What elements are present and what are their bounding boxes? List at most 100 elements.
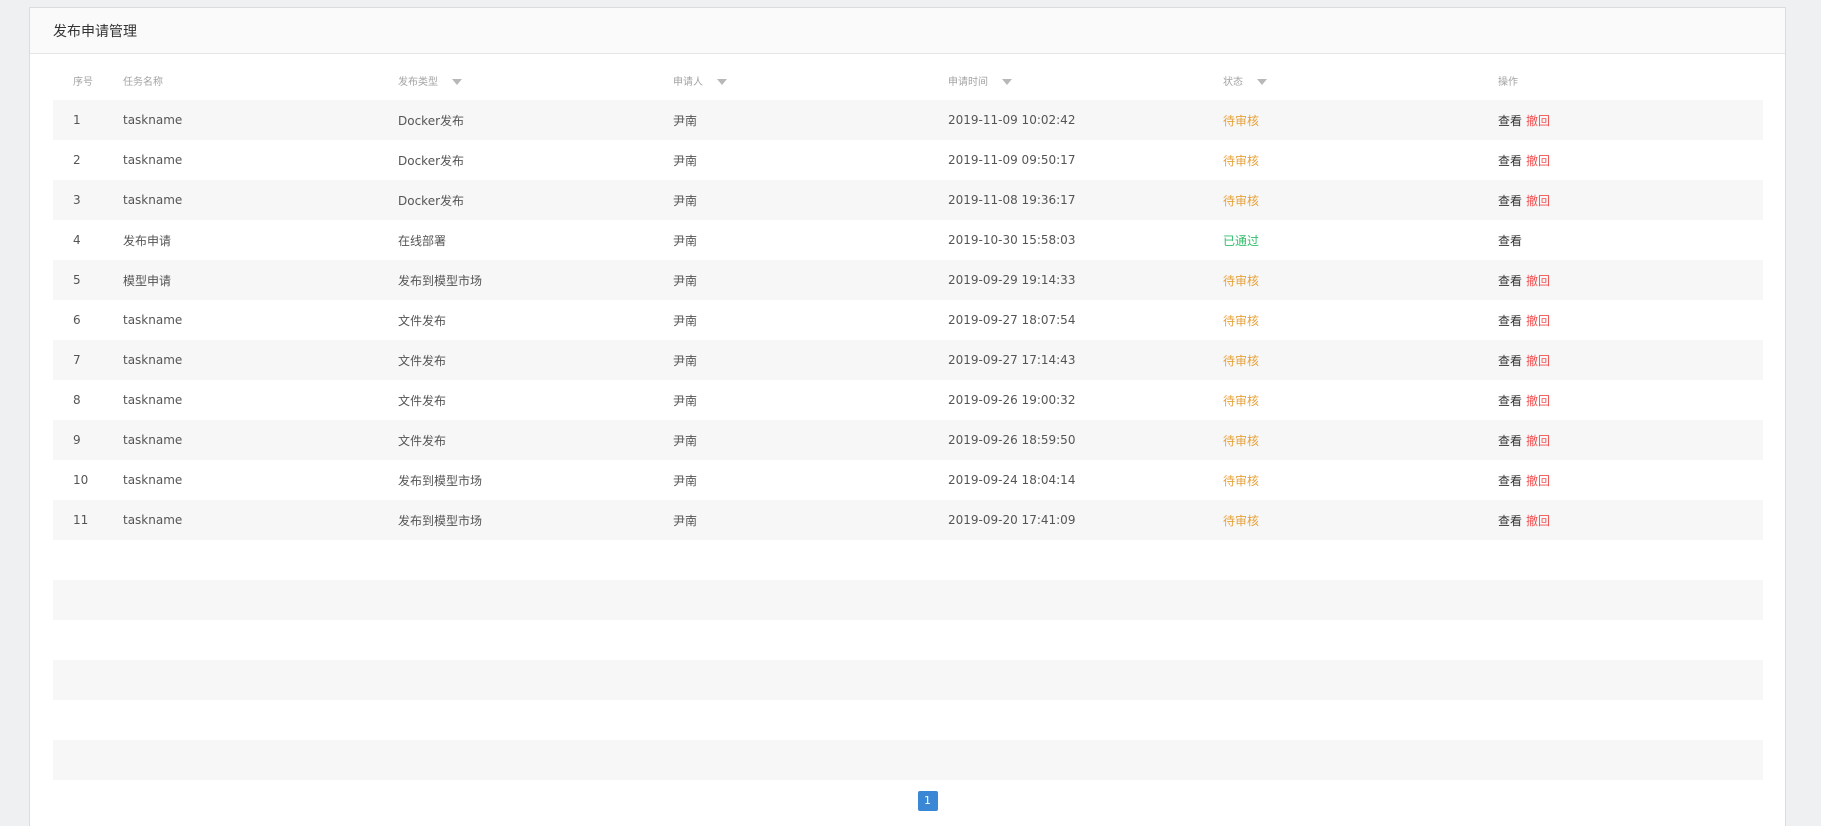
row-index: 11: [73, 513, 89, 527]
table-row: 2 taskname Docker发布 尹南 2019-11-09 09:50:17 待审…: [53, 140, 1763, 180]
view-button[interactable]: 查看: [1498, 194, 1522, 208]
view-button[interactable]: 查看: [1498, 274, 1522, 288]
status-badge: 待审核: [1223, 313, 1260, 328]
row-actions: 查看 撤回: [1498, 192, 1733, 209]
status-badge: 待审核: [1223, 273, 1260, 288]
apply-time: 2019-09-27 18:07:54: [948, 313, 1076, 327]
view-button[interactable]: 查看: [1498, 474, 1522, 488]
row-actions: 查看: [1498, 232, 1733, 249]
view-button[interactable]: 查看: [1498, 354, 1522, 368]
view-button[interactable]: 查看: [1498, 114, 1522, 128]
empty-table-row: [53, 540, 1763, 580]
apply-time: 2019-09-24 18:04:14: [948, 473, 1076, 487]
table-row: 6 taskname 文件发布 尹南 2019-09-27 18:07:54 待审核 查看撤…: [53, 300, 1763, 340]
status-badge: 待审核: [1223, 473, 1260, 488]
table-body: 1 taskname Docker发布 尹南 2019-11-09 10:02:42 待审…: [53, 100, 1763, 780]
filter-caret-icon[interactable]: [1002, 78, 1012, 85]
status-badge: 待审核: [1223, 113, 1260, 128]
task-name: taskname: [123, 473, 183, 487]
row-index: 10: [73, 473, 89, 487]
row-index: 2: [73, 153, 81, 167]
apply-time: 2019-09-27 17:14:43: [948, 353, 1076, 367]
task-name: taskname: [123, 313, 183, 327]
column-header-applicant[interactable]: 申请人: [673, 73, 948, 88]
status-badge: 待审核: [1223, 433, 1260, 448]
panel-header: 发布申请管理: [30, 8, 1785, 54]
applicant: 尹南: [673, 393, 698, 408]
empty-table-row: [53, 580, 1763, 620]
column-header-label: 发布类型: [398, 76, 438, 88]
applicant: 尹南: [673, 273, 698, 288]
revoke-button[interactable]: 撤回: [1526, 314, 1550, 328]
applicant: 尹南: [673, 353, 698, 368]
revoke-button[interactable]: 撤回: [1526, 514, 1550, 528]
revoke-button[interactable]: 撤回: [1526, 194, 1550, 208]
row-index: 8: [73, 393, 81, 407]
applicant: 尹南: [673, 113, 698, 128]
status-badge: 待审核: [1223, 153, 1260, 168]
applicant: 尹南: [673, 433, 698, 448]
row-actions: 查看 撤回: [1498, 472, 1733, 489]
view-button[interactable]: 查看: [1498, 234, 1522, 248]
filter-caret-icon[interactable]: [717, 78, 727, 85]
column-header-time[interactable]: 申请时间: [948, 73, 1223, 88]
apply-time: 2019-11-09 09:50:17: [948, 153, 1076, 167]
row-index: 6: [73, 313, 81, 327]
task-name: taskname: [123, 433, 183, 447]
column-header-actions: 操作: [1498, 76, 1518, 88]
apply-time: 2019-10-30 15:58:03: [948, 233, 1076, 247]
row-index: 3: [73, 193, 81, 207]
column-header-label: 申请人: [673, 76, 703, 88]
view-button[interactable]: 查看: [1498, 314, 1522, 328]
column-header-index: 序号: [73, 76, 93, 88]
column-header-type[interactable]: 发布类型: [398, 73, 673, 88]
revoke-button[interactable]: 撤回: [1526, 274, 1550, 288]
view-button[interactable]: 查看: [1498, 434, 1522, 448]
row-index: 1: [73, 113, 81, 127]
row-actions: 查看 撤回: [1498, 312, 1733, 329]
view-button[interactable]: 查看: [1498, 514, 1522, 528]
apply-time: 2019-09-20 17:41:09: [948, 513, 1076, 527]
row-actions: 查看 撤回: [1498, 152, 1733, 169]
pagination: 1: [30, 791, 1785, 811]
filter-caret-icon[interactable]: [452, 78, 462, 85]
release-type: 文件发布: [398, 353, 447, 368]
revoke-button[interactable]: 撤回: [1526, 434, 1550, 448]
status-badge: 待审核: [1223, 513, 1260, 528]
table-row: 1 taskname Docker发布 尹南 2019-11-09 10:02:42 待审…: [53, 100, 1763, 140]
table-row: 7 taskname 文件发布 尹南 2019-09-27 17:14:43 待审核 查看撤…: [53, 340, 1763, 380]
release-type: 文件发布: [398, 433, 447, 448]
filter-caret-icon[interactable]: [1257, 78, 1267, 85]
table-row: 9 taskname 文件发布 尹南 2019-09-26 18:59:50 待审核 查看撤…: [53, 420, 1763, 460]
status-badge: 待审核: [1223, 393, 1260, 408]
apply-time: 2019-09-29 19:14:33: [948, 273, 1076, 287]
row-index: 4: [73, 233, 81, 247]
status-badge: 已通过: [1223, 233, 1260, 248]
table-row: 11 taskname 发布到模型市场 尹南 2019-09-20 17:41:09 待审…: [53, 500, 1763, 540]
column-header-label: 申请时间: [948, 76, 988, 88]
revoke-button[interactable]: 撤回: [1526, 154, 1550, 168]
row-actions: 查看 撤回: [1498, 392, 1733, 409]
release-type: 发布到模型市场: [398, 273, 483, 288]
empty-table-row: [53, 620, 1763, 660]
revoke-button[interactable]: 撤回: [1526, 394, 1550, 408]
applicant: 尹南: [673, 153, 698, 168]
column-header-status[interactable]: 状态: [1223, 73, 1498, 88]
task-name: 发布申请: [123, 233, 172, 248]
table-row: 3 taskname Docker发布 尹南 2019-11-08 19:36:17 待审…: [53, 180, 1763, 220]
row-index: 7: [73, 353, 81, 367]
task-name: taskname: [123, 113, 183, 127]
column-header-name: 任务名称: [123, 76, 163, 88]
page-button-current[interactable]: 1: [917, 791, 938, 811]
task-name: taskname: [123, 513, 183, 527]
revoke-button[interactable]: 撤回: [1526, 474, 1550, 488]
row-actions: 查看 撤回: [1498, 272, 1733, 289]
row-actions: 查看 撤回: [1498, 112, 1733, 129]
table-header: 序号 任务名称 发布类型 申请人 申请时间 状态 操作: [53, 60, 1763, 100]
revoke-button[interactable]: 撤回: [1526, 354, 1550, 368]
view-button[interactable]: 查看: [1498, 394, 1522, 408]
view-button[interactable]: 查看: [1498, 154, 1522, 168]
revoke-button[interactable]: 撤回: [1526, 114, 1550, 128]
row-index: 9: [73, 433, 81, 447]
apply-time: 2019-11-08 19:36:17: [948, 193, 1076, 207]
